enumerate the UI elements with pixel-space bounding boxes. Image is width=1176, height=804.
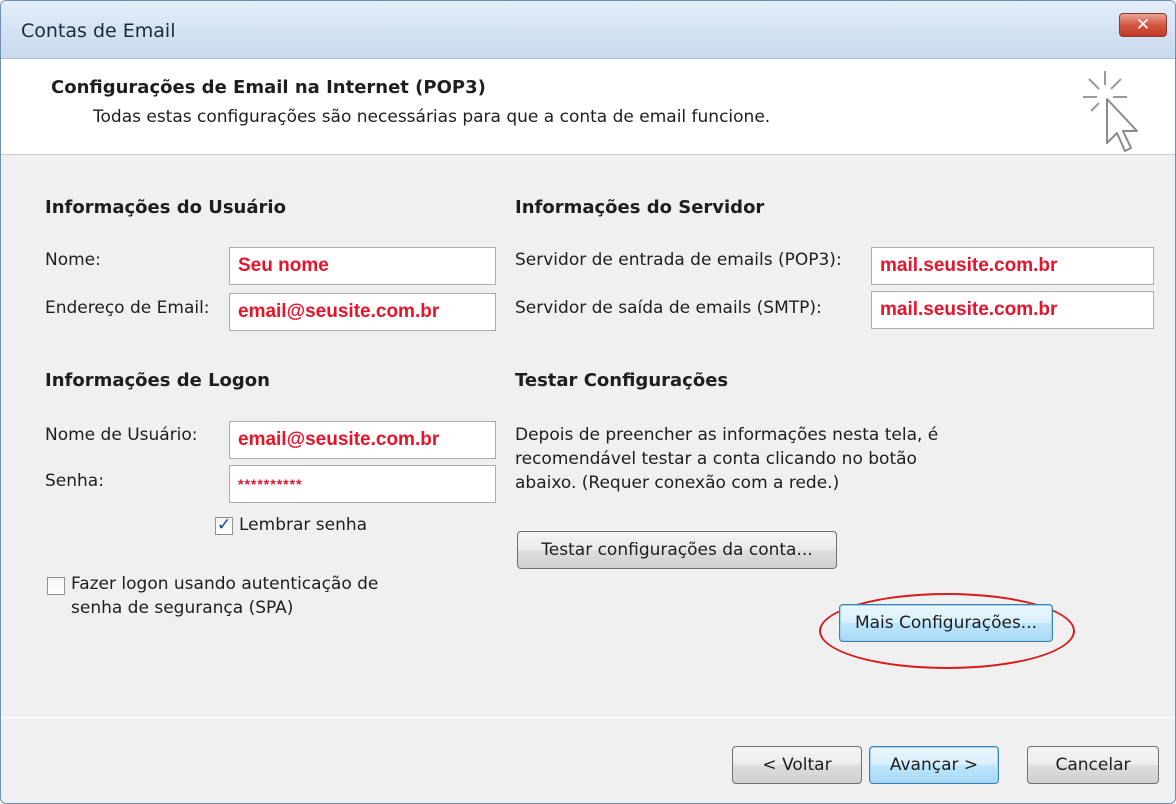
username-field[interactable]: email@seusite.com.br	[229, 421, 496, 459]
spa-label-line2[interactable]: senha de segurança (SPA)	[71, 598, 293, 618]
footer-divider	[1, 717, 1175, 718]
test-account-settings-button[interactable]: Testar configurações da conta...	[517, 531, 837, 569]
window-title: Contas de Email	[21, 20, 176, 42]
header-subtitle: Todas estas configurações são necessária…	[93, 107, 771, 127]
title-bar: Contas de Email ✕	[1, 1, 1175, 59]
close-button[interactable]: ✕	[1119, 13, 1167, 37]
back-button[interactable]: < Voltar	[732, 746, 862, 784]
remember-password-label[interactable]: Lembrar senha	[239, 515, 367, 535]
email-accounts-dialog: Contas de Email ✕ Configurações de Email…	[0, 0, 1176, 804]
test-description-line2: recomendável testar a conta clicando no …	[515, 449, 917, 469]
email-label: Endereço de Email:	[45, 298, 210, 318]
test-description-line1: Depois de preencher as informações nesta…	[515, 425, 939, 445]
outgoing-server-field[interactable]: mail.seusite.com.br	[871, 291, 1154, 329]
user-info-heading: Informações do Usuário	[45, 197, 286, 218]
password-label: Senha:	[45, 471, 104, 491]
incoming-server-field[interactable]: mail.seusite.com.br	[871, 247, 1154, 285]
close-icon: ✕	[1135, 15, 1151, 35]
username-label: Nome de Usuário:	[45, 425, 198, 445]
name-field[interactable]: Seu nome	[229, 247, 496, 285]
test-settings-heading: Testar Configurações	[515, 370, 729, 391]
server-info-heading: Informações do Servidor	[515, 197, 765, 218]
spa-label-line1[interactable]: Fazer logon usando autenticação de	[71, 574, 378, 594]
outgoing-server-label: Servidor de saída de emails (SMTP):	[515, 298, 822, 318]
remember-password-checkbox[interactable]	[215, 515, 233, 535]
incoming-server-label: Servidor de entrada de emails (POP3):	[515, 250, 842, 270]
dialog-header: Configurações de Email na Internet (POP3…	[1, 59, 1175, 155]
name-label: Nome:	[45, 250, 101, 270]
spa-checkbox[interactable]	[47, 577, 65, 595]
next-button[interactable]: Avançar >	[869, 746, 999, 784]
test-description-line3: abaixo. (Requer conexão com a rede.)	[515, 473, 840, 493]
cursor-sparkle-icon	[1083, 71, 1138, 152]
more-settings-button[interactable]: Mais Configurações...	[839, 604, 1053, 642]
cancel-button[interactable]: Cancelar	[1027, 746, 1159, 784]
logon-info-heading: Informações de Logon	[45, 370, 270, 391]
password-field[interactable]: **********	[229, 465, 496, 503]
header-title: Configurações de Email na Internet (POP3…	[51, 77, 486, 98]
email-field[interactable]: email@seusite.com.br	[229, 293, 496, 331]
